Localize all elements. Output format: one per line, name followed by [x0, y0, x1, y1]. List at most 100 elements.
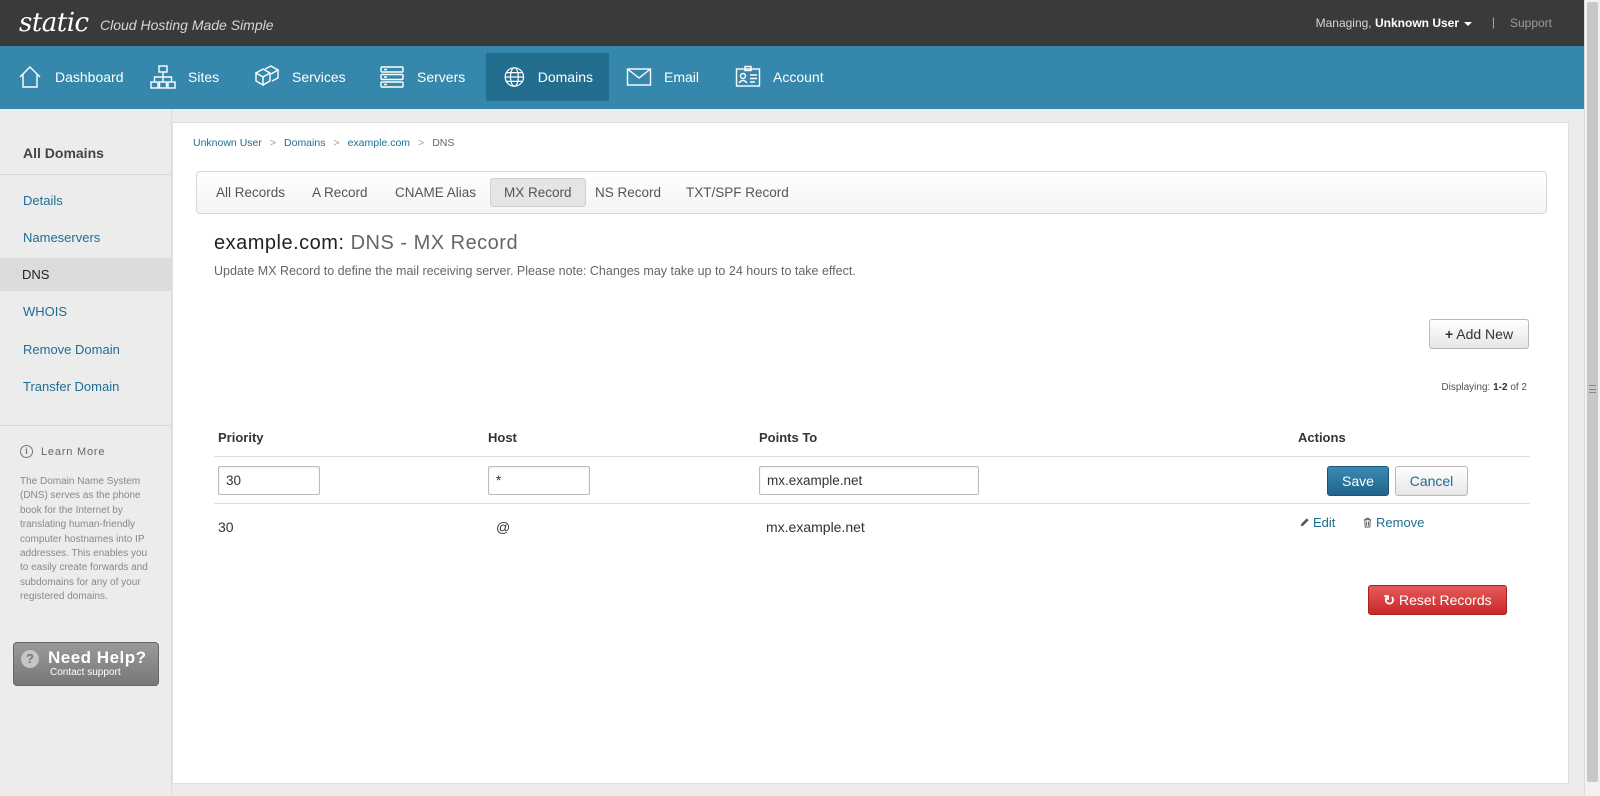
nav-dashboard[interactable]: Dashboard — [0, 53, 140, 101]
row-priority: 30 — [218, 519, 234, 535]
nav-email[interactable]: Email — [609, 53, 715, 101]
globe-icon — [504, 67, 525, 87]
column-header-priority: Priority — [218, 430, 264, 445]
nav-services-label: Services — [292, 69, 346, 85]
displaying-prefix: Displaying: — [1441, 382, 1491, 393]
sidebar-divider — [0, 174, 172, 175]
reset-records-label: Reset Records — [1399, 592, 1492, 608]
nav-domains[interactable]: Domains — [486, 53, 609, 101]
sidebar: All Domains Details Nameservers DNS WHOI… — [0, 109, 172, 796]
trash-icon — [1363, 517, 1372, 528]
nav-sites-label: Sites — [188, 69, 220, 85]
reset-records-button[interactable]: ↻ Reset Records — [1368, 585, 1507, 615]
breadcrumb-domains[interactable]: Domains — [284, 137, 325, 149]
topbar-separator: | — [1491, 15, 1495, 29]
question-icon: ? — [21, 650, 39, 668]
breadcrumb-domain[interactable]: example.com — [348, 137, 410, 149]
learn-more-title: Learn More — [41, 445, 106, 458]
learn-more-text: The Domain Name System (DNS) serves as t… — [20, 476, 148, 603]
tab-all-records[interactable]: All Records — [203, 178, 298, 207]
main-nav: Dashboard Sites Services Servers Domains… — [0, 46, 1584, 109]
tab-cname-alias[interactable]: CNAME Alias — [382, 178, 489, 207]
displaying-range: 1-2 — [1493, 382, 1508, 393]
home-icon — [19, 66, 41, 88]
boxes-icon — [254, 65, 280, 87]
learn-more-heading: i Learn More — [20, 445, 105, 458]
priority-input[interactable] — [218, 466, 320, 495]
sidebar-title[interactable]: All Domains — [23, 145, 104, 161]
tab-a-record[interactable]: A Record — [299, 178, 381, 207]
refresh-icon: ↻ — [1383, 592, 1396, 608]
id-card-icon — [735, 65, 761, 87]
pencil-icon — [1300, 518, 1309, 527]
edit-label: Edit — [1313, 515, 1336, 530]
breadcrumb: Unknown User > Domains > example.com > DNS — [193, 137, 454, 149]
page-title: example.com: DNS - MX Record — [214, 232, 518, 255]
sidebar-item-whois[interactable]: WHOIS — [0, 295, 172, 328]
page-description: Update MX Record to define the mail rece… — [214, 264, 856, 278]
table-header-divider — [214, 456, 1530, 457]
breadcrumb-separator: > — [418, 137, 425, 149]
add-new-button[interactable]: + Add New — [1429, 319, 1529, 349]
displaying-suffix: of 2 — [1510, 382, 1527, 393]
nav-dashboard-label: Dashboard — [55, 69, 124, 85]
row-host: @ — [496, 519, 511, 535]
page-title-sub: DNS - MX Record — [350, 232, 519, 254]
nav-servers[interactable]: Servers — [362, 53, 481, 101]
points-to-input[interactable] — [759, 466, 979, 495]
nav-email-label: Email — [664, 69, 700, 85]
main-panel: Unknown User > Domains > example.com > DNS All… — [172, 122, 1569, 784]
column-header-points-to: Points To — [759, 430, 818, 445]
logo[interactable]: static — [19, 8, 89, 38]
support-link[interactable]: Support — [1510, 16, 1552, 30]
row-points-to: mx.example.net — [766, 519, 865, 535]
breadcrumb-separator: > — [333, 137, 340, 149]
tab-txt-spf-record[interactable]: TXT/SPF Record — [673, 178, 802, 207]
cancel-button[interactable]: Cancel — [1395, 466, 1468, 496]
nav-servers-label: Servers — [417, 69, 466, 85]
sitemap-icon — [150, 65, 176, 89]
need-help-title: Need Help? — [48, 648, 147, 667]
edit-record-link[interactable]: Edit — [1299, 515, 1335, 530]
managing-user-dropdown[interactable]: Managing, Unknown User — [1316, 16, 1472, 30]
sidebar-item-dns[interactable]: DNS — [0, 258, 172, 291]
envelope-icon — [626, 68, 652, 86]
managing-label: Managing, — [1315, 16, 1372, 30]
top-bar: static Cloud Hosting Made Simple Managin… — [0, 0, 1584, 46]
nav-sites[interactable]: Sites — [133, 53, 235, 101]
table-row-divider — [214, 503, 1530, 504]
plus-icon: + — [1444, 326, 1454, 342]
breadcrumb-user[interactable]: Unknown User — [193, 137, 262, 149]
scrollbar-grip-icon — [1589, 385, 1596, 393]
remove-record-link[interactable]: Remove — [1362, 515, 1424, 530]
column-header-actions: Actions — [1298, 430, 1346, 445]
column-header-host: Host — [488, 430, 517, 445]
nav-services[interactable]: Services — [237, 53, 362, 101]
nav-account-label: Account — [773, 69, 824, 85]
add-new-label: Add New — [1456, 326, 1514, 342]
sidebar-item-transfer-domain[interactable]: Transfer Domain — [0, 370, 172, 403]
tagline: Cloud Hosting Made Simple — [100, 17, 274, 33]
need-help-subtitle: Contact support — [50, 667, 121, 678]
managing-user: Unknown User — [1374, 16, 1459, 30]
server-icon — [380, 66, 404, 88]
host-input[interactable] — [488, 466, 590, 495]
displaying-count: Displaying: 1-2 of 2 — [1441, 382, 1527, 393]
record-type-tabs: All Records A Record CNAME Alias MX Reco… — [196, 171, 1547, 214]
sidebar-item-remove-domain[interactable]: Remove Domain — [0, 333, 172, 366]
page-scrollbar[interactable] — [1584, 0, 1600, 796]
tab-mx-record[interactable]: MX Record — [490, 178, 586, 207]
nav-domains-label: Domains — [537, 69, 593, 85]
need-help-button[interactable]: ? Need Help? Contact support — [13, 642, 159, 686]
nav-account[interactable]: Account — [718, 53, 840, 101]
save-button[interactable]: Save — [1327, 466, 1389, 496]
tab-ns-record[interactable]: NS Record — [582, 178, 674, 207]
caret-down-icon — [1464, 21, 1472, 26]
page-title-domain: example.com: — [214, 232, 345, 254]
info-icon: i — [20, 445, 33, 458]
remove-label: Remove — [1376, 515, 1425, 530]
breadcrumb-current: DNS — [432, 137, 455, 149]
sidebar-item-nameservers[interactable]: Nameservers — [0, 221, 172, 254]
sidebar-divider — [0, 425, 172, 426]
sidebar-item-details[interactable]: Details — [0, 184, 172, 217]
